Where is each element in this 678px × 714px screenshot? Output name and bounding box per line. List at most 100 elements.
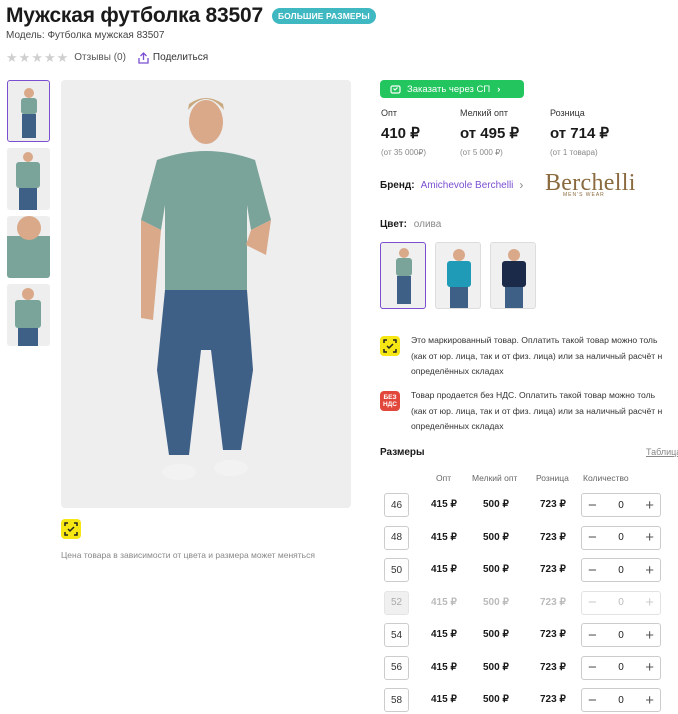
quantity-value[interactable]: 0: [618, 630, 624, 641]
minus-icon[interactable]: −: [588, 660, 597, 675]
notice-line: (как от юр. лица, так и от физ. лица) ил…: [411, 405, 663, 416]
quantity-stepper: − 0 +: [581, 688, 661, 712]
no-vat-icon: БЕЗ НДС: [380, 391, 400, 411]
minus-icon[interactable]: −: [588, 498, 597, 513]
size-table-link[interactable]: Таблица: [646, 447, 678, 457]
price-retail: 723 ₽: [540, 596, 566, 608]
size-row: 48 415 ₽ 500 ₽ 723 ₽ − 0 +: [380, 525, 678, 552]
cart-icon: [390, 85, 401, 94]
thumbnail[interactable]: [7, 148, 50, 210]
brand-label: Бренд:: [380, 179, 415, 191]
size-row: 56 415 ₽ 500 ₽ 723 ₽ − 0 +: [380, 655, 678, 682]
star-icon: ★: [6, 50, 18, 65]
thumbnail[interactable]: [7, 80, 50, 142]
notice-line: определённых складах: [411, 366, 504, 376]
price-small-opt: 500 ₽: [483, 661, 509, 673]
color-swatch[interactable]: [490, 242, 536, 309]
star-icon: ★: [56, 50, 69, 65]
plus-icon[interactable]: +: [645, 530, 654, 545]
color-value: олива: [413, 219, 442, 230]
reviews-link[interactable]: Отзывы (0): [74, 52, 126, 63]
brand-row: Бренд: Amichevole Berchelli ›: [380, 178, 523, 192]
price-opt: 415 ₽: [431, 629, 457, 640]
big-sizes-badge[interactable]: БОЛЬШИЕ РАЗМЕРЫ: [271, 8, 376, 24]
quantity-value[interactable]: 0: [618, 565, 624, 576]
chevron-right-icon: ›: [519, 178, 524, 192]
size-label: 52: [384, 590, 409, 615]
plus-icon[interactable]: +: [645, 693, 654, 708]
price-retail: Розница от 714 ₽ (от 1 товара): [550, 108, 609, 157]
minus-icon[interactable]: −: [588, 628, 597, 643]
price-opt: 415 ₽: [431, 499, 457, 510]
share-label: Поделиться: [152, 52, 209, 63]
price-note: Цена товара в зависимости от цвета и раз…: [61, 550, 315, 560]
plus-icon[interactable]: +: [645, 498, 654, 513]
price-label: Розница: [550, 108, 585, 118]
model-text: Модель: Футболка мужская 83507: [6, 30, 165, 41]
price-opt: 415 ₽: [431, 694, 457, 705]
quantity-value[interactable]: 0: [618, 695, 624, 706]
price-label: Мелкий опт: [460, 108, 509, 118]
price-retail: 723 ₽: [540, 564, 566, 575]
quantity-stepper: − 0 +: [581, 590, 661, 615]
price-retail: 723 ₽: [540, 694, 566, 705]
no-vat-icon-text: БЕЗ: [383, 394, 397, 401]
size-label: 56: [384, 655, 409, 680]
order-sp-button[interactable]: Заказать через СП ›: [380, 80, 524, 98]
size-label: 54: [384, 623, 409, 647]
color-label: Цвет:: [380, 219, 407, 230]
notice-line: определённых складах: [411, 421, 504, 431]
rating-stars: ★ ★ ★ ★ ★: [6, 51, 68, 64]
quantity-value[interactable]: 0: [618, 662, 624, 673]
chevron-right-icon: ›: [497, 83, 501, 95]
order-sp-label: Заказать через СП: [407, 83, 491, 95]
thumbnail[interactable]: [7, 216, 50, 278]
column-header: Розница: [536, 473, 569, 483]
share-button[interactable]: Поделиться: [138, 51, 209, 64]
star-icon: ★: [18, 50, 31, 65]
product-main-image[interactable]: [61, 80, 351, 508]
page-title: Мужская футболка 83507: [6, 4, 263, 27]
color-swatch[interactable]: [435, 242, 481, 309]
minus-icon[interactable]: −: [588, 693, 597, 708]
plus-icon[interactable]: +: [645, 563, 654, 578]
price-small-opt: 500 ₽: [483, 629, 509, 640]
size-label: 48: [384, 525, 409, 550]
notice-line: Это маркированный товар. Оплатить такой …: [411, 335, 658, 345]
brand-link[interactable]: Amichevole Berchelli: [421, 180, 514, 191]
plus-icon[interactable]: +: [645, 628, 654, 643]
marking-icon: [380, 336, 400, 356]
price-small-opt: 500 ₽: [483, 499, 509, 510]
price-retail: 723 ₽: [540, 499, 566, 510]
price-small-opt: 500 ₽: [483, 694, 509, 705]
quantity-value[interactable]: 0: [618, 532, 624, 543]
quantity-value[interactable]: 0: [618, 500, 624, 511]
size-row: 50 415 ₽ 500 ₽ 723 ₽ − 0 +: [380, 558, 678, 584]
quantity-stepper: − 0 +: [581, 525, 661, 550]
thumbnail[interactable]: [7, 284, 50, 346]
price-wholesale: Опт 410 ₽ (от 35 000₽): [381, 108, 426, 157]
brand-logo-subtitle: MEN'S WEAR: [563, 192, 605, 198]
meta-row: ★ ★ ★ ★ ★ Отзывы (0) Поделиться: [6, 51, 208, 64]
color-swatch[interactable]: [380, 242, 426, 309]
column-header: Опт: [436, 473, 452, 483]
price-condition: (от 5 000 ₽): [460, 148, 503, 157]
quantity-value: 0: [618, 597, 624, 608]
column-header: Мелкий опт: [472, 473, 518, 483]
minus-icon[interactable]: −: [588, 530, 597, 545]
price-condition: (от 1 товара): [550, 148, 598, 157]
minus-icon: −: [588, 594, 597, 611]
price-retail: 723 ₽: [540, 629, 566, 640]
title-row: Мужская футболка 83507 БОЛЬШИЕ РАЗМЕРЫ: [6, 4, 376, 28]
size-row: 46 415 ₽ 500 ₽ 723 ₽ − 0 +: [380, 493, 678, 519]
price-retail: 723 ₽: [540, 531, 566, 543]
column-header: Количество: [583, 473, 629, 483]
notice-line: Товар продается без НДС. Оплатить такой …: [411, 390, 656, 400]
quantity-stepper: − 0 +: [581, 493, 661, 517]
price-retail: 723 ₽: [540, 661, 566, 673]
sizes-title: Размеры: [380, 447, 425, 458]
minus-icon[interactable]: −: [588, 563, 597, 578]
marking-icon[interactable]: [61, 519, 81, 539]
size-label: 50: [384, 558, 409, 582]
plus-icon[interactable]: +: [645, 660, 654, 675]
